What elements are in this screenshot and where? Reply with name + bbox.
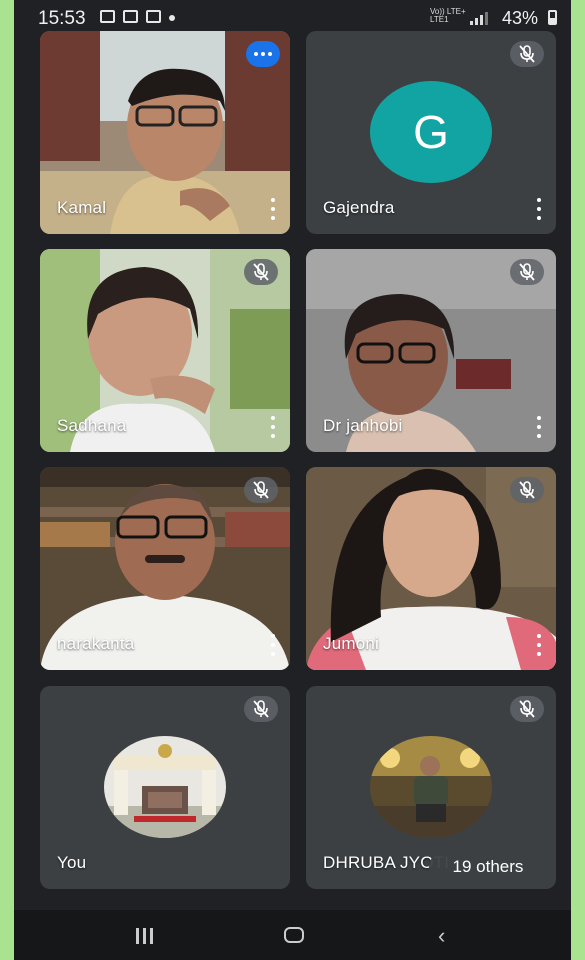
mic-off-icon <box>510 41 544 67</box>
network-type: Vo)) LTE+ LTE1 <box>430 7 466 24</box>
status-time: 15:53 <box>38 8 86 29</box>
mic-off-icon <box>244 696 278 722</box>
avatar <box>370 736 492 838</box>
home-icon[interactable] <box>284 927 304 943</box>
participant-name: Dr janhobi <box>323 416 403 435</box>
participant-tile-you[interactable]: You <box>40 686 290 889</box>
system-nav-bar: ‹ <box>14 910 571 960</box>
avatar <box>104 736 226 838</box>
participant-name: Jumoni <box>323 634 380 653</box>
dot-icon <box>169 15 175 21</box>
status-bar: 15:53 Vo)) LTE+ LTE1 43% <box>14 0 571 34</box>
avatar: G <box>370 81 492 183</box>
participant-name: Kamal <box>57 198 107 217</box>
more-options-icon[interactable] <box>536 416 542 438</box>
meeting-screen: 15:53 Vo)) LTE+ LTE1 43% Kamal G Gajendr… <box>14 0 571 960</box>
participant-tile-sadhana[interactable]: Sadhana <box>40 249 290 452</box>
recents-icon[interactable] <box>136 928 153 944</box>
more-options-icon[interactable] <box>536 198 542 220</box>
mic-off-icon <box>244 259 278 285</box>
more-options-icon[interactable] <box>536 634 542 656</box>
participant-tile-dr-janhobi[interactable]: Dr janhobi <box>306 249 556 452</box>
participant-tile-narakanta[interactable]: narakanta <box>40 467 290 670</box>
back-icon[interactable]: ‹ <box>438 925 445 947</box>
speaking-indicator-icon <box>246 41 280 67</box>
more-options-icon[interactable] <box>270 416 276 438</box>
others-count-button[interactable]: 19 others <box>429 850 547 884</box>
signal-icon <box>470 10 488 25</box>
mail-icon <box>123 10 138 23</box>
book-icon <box>146 10 161 23</box>
more-options-icon[interactable] <box>270 634 276 656</box>
participant-tile-kamal[interactable]: Kamal <box>40 31 290 234</box>
more-options-icon[interactable] <box>270 198 276 220</box>
participant-name: You <box>57 853 87 872</box>
participant-tile-gajendra[interactable]: G Gajendra <box>306 31 556 234</box>
participant-name: narakanta <box>57 634 135 653</box>
mic-off-icon <box>510 477 544 503</box>
battery-icon <box>548 10 557 25</box>
gallery-icon <box>100 10 115 23</box>
battery-percent: 43% <box>502 8 539 28</box>
participant-name: Gajendra <box>323 198 395 217</box>
participant-name: Sadhana <box>57 416 127 435</box>
mic-off-icon <box>244 477 278 503</box>
mic-off-icon <box>510 696 544 722</box>
notification-icons <box>100 10 175 23</box>
mic-off-icon <box>510 259 544 285</box>
participant-tile-jumoni[interactable]: Jumoni <box>306 467 556 670</box>
